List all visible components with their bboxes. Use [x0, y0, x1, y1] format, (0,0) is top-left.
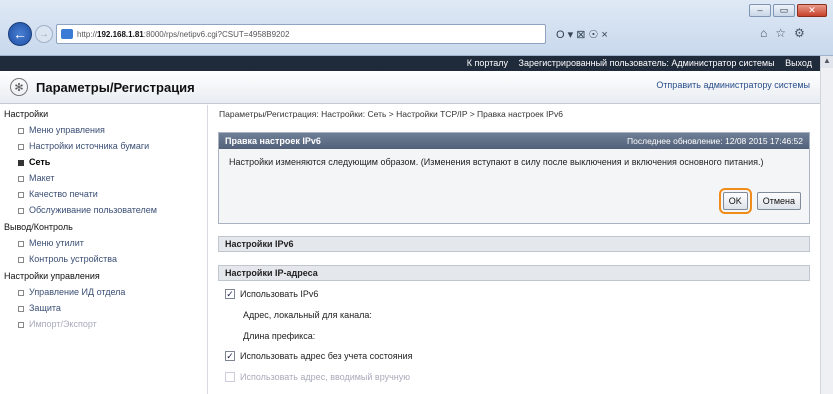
sidebar-heading-settings[interactable]: Настройки	[0, 105, 207, 122]
sidebar-heading-output[interactable]: Вывод/Контроль	[0, 218, 207, 235]
sidebar-item-label: Меню управления	[29, 125, 105, 135]
sidebar-item-label: Импорт/Экспорт	[29, 319, 97, 329]
bullet-icon	[18, 321, 24, 328]
url-text: http://192.168.1.81:8000/rps/netipv6.cgi…	[77, 30, 289, 39]
prefix-length-label: Длина префикса:	[243, 331, 316, 341]
panel-header: Правка настроек IPv6 Последнее обновлени…	[219, 133, 809, 149]
sidebar-heading-management[interactable]: Настройки управления	[0, 267, 207, 284]
topbar-links: К порталу Зарегистрированный пользовател…	[459, 58, 812, 68]
manual-address-row[interactable]: Использовать адрес, вводимый вручную	[225, 372, 410, 382]
sidebar-item-label: Защита	[29, 303, 61, 313]
minimize-button[interactable]: –	[749, 4, 771, 17]
vertical-scrollbar[interactable]: ▲	[820, 56, 833, 394]
link-local-row: Адрес, локальный для канала:	[243, 310, 372, 320]
prefix-length-row: Длина префикса:	[243, 331, 315, 341]
sidebar-item-user-maintenance[interactable]: Обслуживание пользователем	[0, 202, 207, 218]
panel-message: Настройки изменяются следующим образом. …	[229, 157, 764, 167]
ok-button[interactable]: OK	[722, 192, 748, 210]
arrow-right-icon: →	[39, 28, 49, 40]
stateless-row[interactable]: ✓ Использовать адрес без учета состояния	[225, 351, 412, 361]
favorites-star-icon[interactable]: ☆	[775, 26, 786, 40]
bullet-icon	[18, 289, 24, 296]
portal-topbar: К порталу Зарегистрированный пользовател…	[0, 56, 820, 71]
logout-link[interactable]: Выход	[785, 58, 812, 68]
sidebar-item-label: Меню утилит	[29, 238, 84, 248]
sidebar: Настройки Меню управления Настройки исто…	[0, 105, 208, 394]
sidebar-item-department-id[interactable]: Управление ИД отдела	[0, 284, 207, 300]
bullet-icon	[18, 175, 24, 182]
browser-toolbar-icons: ⌂ ☆ ⚙	[760, 26, 805, 40]
bullet-icon	[18, 256, 24, 263]
sidebar-item-label: Макет	[29, 173, 55, 183]
manual-address-checkbox[interactable]	[225, 372, 235, 382]
send-to-admin-link[interactable]: Отправить администратору системы	[656, 80, 810, 90]
browser-chrome: – ▭ ✕ ← → http://192.168.1.81:8000/rps/n…	[0, 0, 833, 56]
main-content: Параметры/Регистрация: Настройки: Сеть >…	[215, 105, 815, 394]
url-prefix: http://	[77, 29, 98, 39]
cancel-button[interactable]: Отмена	[756, 192, 801, 210]
portal-link[interactable]: К порталу	[467, 58, 508, 68]
sidebar-item-paper-source[interactable]: Настройки источника бумаги	[0, 138, 207, 154]
bullet-icon	[18, 305, 24, 312]
maximize-button[interactable]: ▭	[773, 4, 795, 17]
confirm-panel: Правка настроек IPv6 Последнее обновлени…	[218, 132, 810, 224]
sidebar-item-control-menu[interactable]: Меню управления	[0, 122, 207, 138]
sidebar-item-label: Настройки источника бумаги	[29, 141, 150, 151]
sidebar-item-utility-menu[interactable]: Меню утилит	[0, 235, 207, 251]
url-path: :8000/rps/netipv6.cgi?CSUT=4958B9202	[143, 29, 290, 39]
panel-title: Правка настроек IPv6	[225, 136, 321, 146]
forward-button[interactable]: →	[35, 25, 53, 43]
use-ipv6-row[interactable]: ✓ Использовать IPv6	[225, 289, 318, 299]
ok-highlight: OK	[718, 188, 752, 214]
settings-gear-icon[interactable]: ⚙	[794, 26, 805, 40]
sidebar-item-label: Качество печати	[29, 189, 98, 199]
bullet-icon	[18, 143, 24, 150]
app-header: ✻ Параметры/Регистрация Отправить админи…	[0, 71, 820, 104]
back-button[interactable]: ←	[8, 22, 32, 46]
address-tools[interactable]: Ο ▾ ⊠ ☉ ×	[556, 24, 608, 44]
sidebar-item-layout[interactable]: Макет	[0, 170, 207, 186]
url-host: 192.168.1.81	[97, 29, 144, 39]
sidebar-item-network[interactable]: Сеть	[0, 154, 207, 170]
address-bar[interactable]: http://192.168.1.81:8000/rps/netipv6.cgi…	[56, 24, 546, 44]
bullet-icon	[18, 127, 24, 134]
site-favicon-icon	[61, 29, 73, 39]
breadcrumb: Параметры/Регистрация: Настройки: Сеть >…	[219, 109, 563, 119]
sidebar-item-label: Управление ИД отдела	[29, 287, 126, 297]
link-local-label: Адрес, локальный для канала:	[243, 310, 372, 320]
scroll-up-icon[interactable]: ▲	[821, 56, 833, 68]
home-icon[interactable]: ⌂	[760, 26, 767, 40]
sidebar-item-label: Сеть	[29, 157, 51, 167]
window-controls: – ▭ ✕	[749, 4, 827, 17]
sidebar-item-device-control[interactable]: Контроль устройства	[0, 251, 207, 267]
section-ipv6-settings: Настройки IPv6	[218, 236, 810, 252]
bullet-icon	[18, 207, 24, 214]
panel-buttons: OK Отмена	[718, 188, 801, 214]
sidebar-item-label: Контроль устройства	[29, 254, 117, 264]
use-ipv6-checkbox[interactable]: ✓	[225, 289, 235, 299]
use-ipv6-label: Использовать IPv6	[240, 289, 319, 299]
close-button[interactable]: ✕	[797, 4, 827, 17]
section-ip-address-settings: Настройки IP-адреса	[218, 265, 810, 281]
page-title: Параметры/Регистрация	[36, 80, 195, 95]
stateless-checkbox[interactable]: ✓	[225, 351, 235, 361]
sidebar-item-import-export[interactable]: Импорт/Экспорт	[0, 316, 207, 332]
sidebar-item-security[interactable]: Защита	[0, 300, 207, 316]
arrow-left-icon: ←	[13, 26, 27, 42]
sidebar-item-label: Обслуживание пользователем	[29, 205, 157, 215]
sidebar-item-print-quality[interactable]: Качество печати	[0, 186, 207, 202]
manual-address-label: Использовать адрес, вводимый вручную	[240, 372, 411, 382]
last-update-text: Последнее обновление: 12/08 2015 17:46:5…	[627, 136, 803, 146]
settings-logo-icon: ✻	[10, 78, 28, 96]
logged-user-text: Зарегистрированный пользователь: Админис…	[518, 58, 775, 68]
stateless-label: Использовать адрес без учета состояния	[240, 351, 413, 361]
bullet-icon	[18, 159, 24, 166]
bullet-icon	[18, 240, 24, 247]
bullet-icon	[18, 191, 24, 198]
